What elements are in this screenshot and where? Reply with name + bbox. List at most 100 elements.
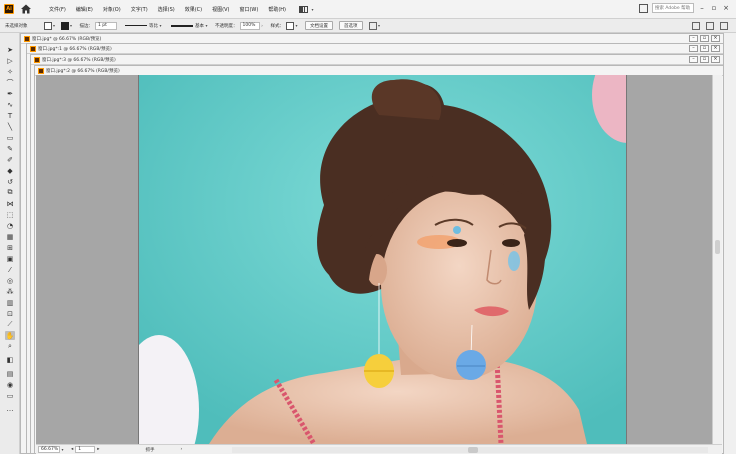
panel-menu-icon[interactable] [720, 22, 728, 30]
chevron-down-icon[interactable]: ▾ [60, 447, 65, 452]
menu-edit[interactable]: 编辑(E) [71, 6, 98, 13]
restore-doc-button[interactable]: ▫ [700, 56, 709, 63]
lasso-tool-icon[interactable]: ⌒ [5, 78, 15, 87]
close-app-button[interactable]: × [722, 4, 730, 12]
curvature-tool-icon[interactable]: ∿ [5, 100, 15, 109]
prev-artboard-icon[interactable]: ◂ [71, 447, 73, 452]
chevron-down-icon[interactable]: ▾ [52, 23, 57, 28]
doc-window-controls: – ▫ × [689, 35, 720, 42]
search-input[interactable]: 搜索 Adobe 帮助 [652, 3, 694, 13]
horizontal-scroll-thumb[interactable] [468, 447, 478, 453]
fill-stroke-swatch-icon[interactable]: ◧ [5, 355, 15, 364]
selection-tool-icon[interactable]: ➤ [5, 45, 15, 54]
horizontal-scrollbar[interactable] [232, 447, 708, 453]
artboard-navigator[interactable]: 1 [75, 446, 96, 453]
status-bar: 66.67% ▾ ◂ 1 ▸ 抓手 › [36, 444, 722, 454]
eyedropper-tool-icon[interactable]: ⁄ [5, 265, 15, 274]
column-graph-tool-icon[interactable]: ▥ [5, 298, 15, 307]
transform-icon[interactable] [706, 22, 714, 30]
magic-wand-tool-icon[interactable]: ✧ [5, 67, 15, 76]
opacity-label: 不透明度： [215, 23, 238, 29]
shape-builder-tool-icon[interactable]: ◔ [5, 221, 15, 230]
doc-title-bar[interactable]: 窗口.jpg*:3 @ 66.67% (RGB/预览) – ▫ × [31, 55, 723, 65]
slice-tool-icon[interactable]: ⟋ [5, 320, 15, 329]
chevron-down-icon[interactable]: ▾ [377, 23, 382, 28]
opacity-input[interactable]: 100% [239, 21, 260, 30]
menu-select[interactable]: 选择(S) [153, 6, 180, 13]
maximize-app-button[interactable]: ▫ [710, 4, 718, 12]
restore-doc-button[interactable]: ▫ [700, 45, 709, 52]
chevron-down-icon[interactable]: ▾ [204, 23, 209, 28]
paintbrush-tool-icon[interactable]: ✎ [5, 144, 15, 153]
menu-effect[interactable]: 效果(C) [180, 6, 207, 13]
artboard-tool-icon[interactable]: ⊡ [5, 309, 15, 318]
taskbar-area [0, 454, 736, 476]
type-tool-icon[interactable]: T [5, 111, 15, 120]
free-transform-tool-icon[interactable]: ⬚ [5, 210, 15, 219]
restore-doc-button[interactable]: ▫ [700, 35, 709, 42]
chevron-down-icon[interactable]: ▾ [158, 23, 163, 28]
close-doc-button[interactable]: × [711, 35, 720, 42]
menu-type[interactable]: 文字(T) [126, 6, 153, 13]
doc-title-bar[interactable]: 窗口.jpg*:1 @ 66.67% (RGB/预览) – ▫ × [27, 44, 723, 54]
chevron-down-icon: ▾ [311, 6, 314, 12]
scale-tool-icon[interactable]: ⧉ [5, 188, 15, 197]
arrange-icon[interactable] [368, 21, 377, 30]
menu-object[interactable]: 对象(O) [98, 6, 126, 13]
color-mode-icon[interactable]: ▤ [5, 369, 15, 378]
vertical-scrollbar[interactable] [712, 75, 722, 444]
doc-title: 窗口.jpg* @ 66.67% (RGB/预览) [32, 36, 102, 42]
rectangle-tool-icon[interactable]: ▭ [5, 133, 15, 142]
perspective-tool-icon[interactable]: ▦ [5, 232, 15, 241]
graphic-style-swatch[interactable] [286, 21, 294, 30]
home-icon[interactable] [20, 3, 32, 15]
rotate-tool-icon[interactable]: ↺ [5, 177, 15, 186]
arrange-docs-icon[interactable] [639, 3, 648, 13]
menu-window[interactable]: 窗口(W) [234, 6, 263, 13]
minimize-doc-button[interactable]: – [689, 35, 698, 42]
chevron-right-icon[interactable]: › [181, 447, 183, 452]
minimize-doc-button[interactable]: – [689, 56, 698, 63]
screen-mode-icon[interactable]: ▭ [5, 391, 15, 400]
zoom-tool-icon[interactable]: ⌕ [5, 342, 15, 351]
mesh-tool-icon[interactable]: ⊞ [5, 243, 15, 252]
minimize-app-button[interactable]: – [698, 4, 706, 12]
next-artboard-icon[interactable]: ▸ [97, 447, 99, 452]
stroke-swatch[interactable] [60, 21, 69, 30]
variable-width-profile[interactable] [125, 25, 147, 26]
close-doc-button[interactable]: × [711, 56, 720, 63]
symbol-sprayer-tool-icon[interactable]: ⁂ [5, 287, 15, 296]
chevron-right-icon[interactable]: › [260, 23, 265, 28]
drawing-mode-icon[interactable]: ◉ [5, 380, 15, 389]
hand-tool-icon[interactable]: ✋ [5, 331, 15, 340]
canvas-area[interactable] [36, 75, 722, 444]
direct-selection-tool-icon[interactable]: ▷ [5, 56, 15, 65]
fill-swatch[interactable] [43, 21, 52, 30]
pen-tool-icon[interactable]: ✒ [5, 89, 15, 98]
align-icon[interactable] [692, 22, 700, 30]
chevron-down-icon[interactable]: ▾ [294, 23, 299, 28]
artboard-image[interactable] [138, 75, 627, 444]
minimize-doc-button[interactable]: – [689, 45, 698, 52]
zoom-field[interactable]: 66.67% [38, 446, 60, 453]
line-tool-icon[interactable]: ╲ [5, 122, 15, 131]
menu-file[interactable]: 文件(F) [44, 6, 71, 13]
tools-panel: ➤ ▷ ✧ ⌒ ✒ ∿ T ╲ ▭ ✎ ✐ ◆ ↺ ⧉ ⋈ ⬚ ◔ ▦ ⊞ ▣ … [0, 33, 20, 476]
width-tool-icon[interactable]: ⋈ [5, 199, 15, 208]
shaper-tool-icon[interactable]: ✐ [5, 155, 15, 164]
brush-definition[interactable] [171, 24, 193, 27]
menu-view[interactable]: 视图(V) [207, 6, 234, 13]
menu-help[interactable]: 帮助(H) [263, 6, 291, 13]
chevron-down-icon[interactable]: ▾ [69, 23, 74, 28]
stroke-weight-input[interactable]: 1 pt [95, 21, 117, 30]
workspace-switcher[interactable]: ▾ [299, 5, 315, 13]
blend-tool-icon[interactable]: ◎ [5, 276, 15, 285]
eraser-tool-icon[interactable]: ◆ [5, 166, 15, 175]
document-setup-button[interactable]: 文档设置 [305, 21, 333, 30]
menu-bar-right: 搜索 Adobe 帮助 – ▫ × [639, 3, 730, 13]
preferences-button[interactable]: 首选项 [339, 21, 363, 30]
edit-toolbar-icon[interactable]: … [5, 404, 15, 413]
close-doc-button[interactable]: × [711, 45, 720, 52]
gradient-tool-icon[interactable]: ▣ [5, 254, 15, 263]
vertical-scroll-thumb[interactable] [715, 240, 720, 254]
